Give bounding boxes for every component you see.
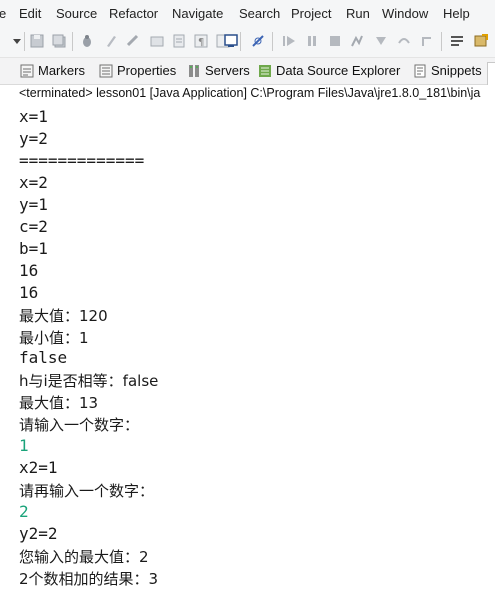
tab-label: Servers (205, 63, 250, 78)
toolbar: ¶ (0, 26, 495, 58)
tab-label: Data Source Explorer (276, 63, 401, 78)
save-all-icon[interactable] (52, 34, 66, 48)
view-tab-bar: Markers Properties Servers Data Source E… (0, 58, 495, 85)
terminate-icon[interactable] (328, 34, 342, 48)
console-input-line: 1 (19, 436, 29, 455)
console-icon[interactable] (224, 34, 238, 48)
console-output[interactable]: x=1 y=2 ============= x=2 y=1 c=2 b=1 16 16 最大值：1… (0, 104, 495, 602)
use-step-filters-icon[interactable] (450, 34, 464, 48)
console-output-line: h与i是否相等：false (19, 372, 159, 390)
save-icon[interactable] (30, 34, 44, 48)
debug-icon[interactable] (80, 34, 94, 48)
toolbar-separator (240, 32, 241, 51)
servers-icon (189, 65, 199, 77)
console-output-line: y2=2 (19, 524, 58, 543)
console-output-line: y=1 (19, 195, 48, 214)
brush-icon[interactable] (104, 34, 118, 48)
console-output-line: x=2 (19, 173, 48, 192)
resume-icon[interactable] (282, 34, 296, 48)
properties-icon (99, 64, 113, 78)
menu-help[interactable]: Help (443, 6, 470, 21)
console-status: <terminated> lesson01 [Java Application]… (19, 86, 481, 100)
console-input-line: 2 (19, 502, 29, 521)
menu-source[interactable]: Source (56, 6, 97, 21)
menu-project[interactable]: Project (291, 6, 331, 21)
suspend-icon[interactable] (305, 34, 319, 48)
link-icon[interactable] (126, 34, 140, 48)
step-over-icon[interactable] (397, 34, 411, 48)
console-output-line: 请输入一个数字： (19, 416, 140, 434)
tab-label: Properties (117, 63, 177, 78)
console-output-line: x=1 (19, 107, 48, 126)
console-output-line: b=1 (19, 239, 48, 258)
markers-icon (20, 64, 34, 78)
toolbar-separator (72, 32, 73, 51)
console-output-line: 最大值：120 (19, 307, 108, 325)
console-output-line: x2=1 (19, 458, 58, 477)
menu-edit[interactable]: Edit (19, 6, 41, 21)
tab-label: Markers (38, 63, 85, 78)
console-output-line: 16 (19, 261, 39, 280)
menu-navigate[interactable]: Navigate (172, 6, 223, 21)
toolbar-separator (24, 32, 25, 51)
step-into-icon[interactable] (374, 34, 388, 48)
console-output-line: 您输入的最大值：2 (19, 548, 149, 566)
skip-breakpoints-icon[interactable] (251, 34, 265, 48)
tab-label: Snippets (431, 63, 482, 78)
menu-bar: e Edit Source Refactor Navigate Search P… (0, 0, 495, 26)
toolbar-separator (441, 32, 442, 51)
disconnect-icon[interactable] (350, 34, 364, 48)
console-output-line: false (19, 348, 68, 367)
open-type-icon[interactable] (150, 34, 164, 48)
svg-text:¶: ¶ (198, 37, 204, 48)
dropdown-arrow-icon[interactable] (10, 34, 24, 48)
console-output-line: 最大值：13 (19, 394, 99, 412)
console-output-line: 2个数相加的结果：3 (19, 570, 159, 588)
console-output-line: c=2 (19, 217, 48, 236)
step-return-icon[interactable] (420, 34, 434, 48)
data-source-explorer-icon (259, 65, 271, 77)
paragraph-icon[interactable]: ¶ (194, 34, 208, 48)
menu-file[interactable]: e (0, 6, 6, 21)
tab-console-edge[interactable] (487, 62, 495, 85)
open-resource-icon[interactable] (172, 34, 186, 48)
snippets-icon (414, 64, 426, 78)
toolbar-separator (272, 32, 273, 51)
console-output-line: 最小值：1 (19, 329, 89, 347)
menu-run[interactable]: Run (346, 6, 370, 21)
console-output-line: ============= (19, 151, 145, 170)
menu-refactor[interactable]: Refactor (109, 6, 158, 21)
menu-window[interactable]: Window (382, 6, 428, 21)
console-output-line: y=2 (19, 129, 48, 148)
console-output-line: 请再输入一个数字： (19, 482, 155, 500)
menu-search[interactable]: Search (239, 6, 280, 21)
new-java-project-icon[interactable] (474, 34, 488, 48)
console-output-line: 16 (19, 283, 39, 302)
